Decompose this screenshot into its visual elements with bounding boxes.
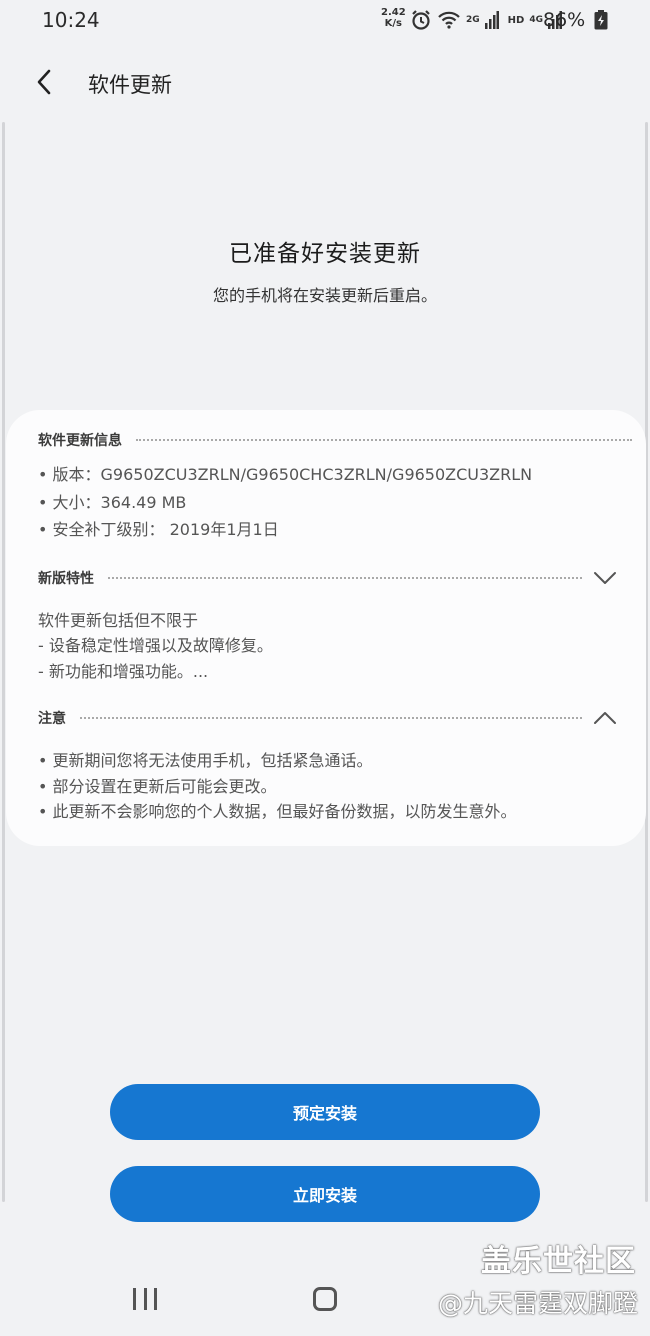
hero-subtitle: 您的手机将在安装更新后重启。 xyxy=(212,286,437,305)
dotted-divider xyxy=(108,577,582,579)
features-line: - 新功能和增强功能。... xyxy=(38,662,209,681)
status-bar: 10:24 2.42 K/s 2G HD 4G 86% xyxy=(0,0,650,40)
network-speed-unit: K/s xyxy=(384,18,403,29)
update-info-card: 软件更新信息 • 版本：G9650ZCU3ZRLN/G9650CHC3ZRLN/… xyxy=(6,410,646,846)
alarm-icon xyxy=(412,10,430,30)
chevron-left-icon xyxy=(37,69,51,95)
features-header[interactable]: 新版特性 xyxy=(38,566,620,590)
update-info-header: 软件更新信息 xyxy=(38,428,632,452)
network-2g-label: 2G xyxy=(466,15,480,25)
network-hd-label: HD xyxy=(507,14,525,26)
features-line: 软件更新包括但不限于 xyxy=(38,611,199,630)
notes-line: • 此更新不会影响您的个人数据，但最好备份数据，以防发生意外。 xyxy=(38,802,517,821)
version-line: • 版本：G9650ZCU3ZRLN/G9650CHC3ZRLN/G9650ZC… xyxy=(38,465,533,484)
back-button[interactable] xyxy=(28,64,60,100)
recents-icon xyxy=(143,1288,147,1310)
dotted-divider xyxy=(80,717,582,719)
network-speed-value: 2.42 xyxy=(381,7,406,18)
hero-title: 已准备好安装更新 xyxy=(229,241,421,267)
navigation-bar xyxy=(0,1270,650,1336)
page-title: 软件更新 xyxy=(88,73,172,97)
features-title: 新版特性 xyxy=(38,571,94,587)
chevron-down-icon xyxy=(594,572,616,584)
recents-icon xyxy=(154,1288,157,1310)
status-icons: 2G HD 4G xyxy=(410,9,562,31)
notes-line: • 更新期间您将无法使用手机，包括紧急通话。 xyxy=(38,751,373,770)
features-line: - 设备稳定性增强以及故障修复。 xyxy=(38,636,273,655)
notes-line: • 部分设置在更新后可能会更改。 xyxy=(38,777,277,796)
chevron-up-icon xyxy=(594,712,616,724)
notes-header[interactable]: 注意 xyxy=(38,706,620,730)
wifi-icon xyxy=(438,11,460,29)
app-header: 软件更新 xyxy=(0,52,650,112)
size-line: • 大小：364.49 MB xyxy=(38,493,187,512)
notes-toggle[interactable] xyxy=(590,706,620,730)
notes-title: 注意 xyxy=(38,711,66,727)
schedule-install-button[interactable]: 预定安装 xyxy=(110,1084,540,1140)
network-4g-label: 4G xyxy=(529,15,543,25)
battery-percent: 86% xyxy=(543,9,586,31)
status-time: 10:24 xyxy=(42,8,100,32)
home-button[interactable] xyxy=(313,1287,337,1311)
signal-icon xyxy=(484,11,499,29)
security-patch-line: • 安全补丁级别： 2019年1月1日 xyxy=(38,520,279,539)
recents-button[interactable] xyxy=(133,1288,157,1310)
dotted-divider xyxy=(136,439,632,441)
hero: 已准备好安装更新 您的手机将在安装更新后重启。 xyxy=(0,234,650,306)
update-info-title: 软件更新信息 xyxy=(38,433,122,449)
network-speed: 2.42 K/s xyxy=(381,7,406,29)
install-now-button[interactable]: 立即安装 xyxy=(110,1166,540,1222)
battery-charging-icon xyxy=(594,10,608,30)
recents-icon xyxy=(133,1288,136,1310)
features-toggle[interactable] xyxy=(590,566,620,590)
